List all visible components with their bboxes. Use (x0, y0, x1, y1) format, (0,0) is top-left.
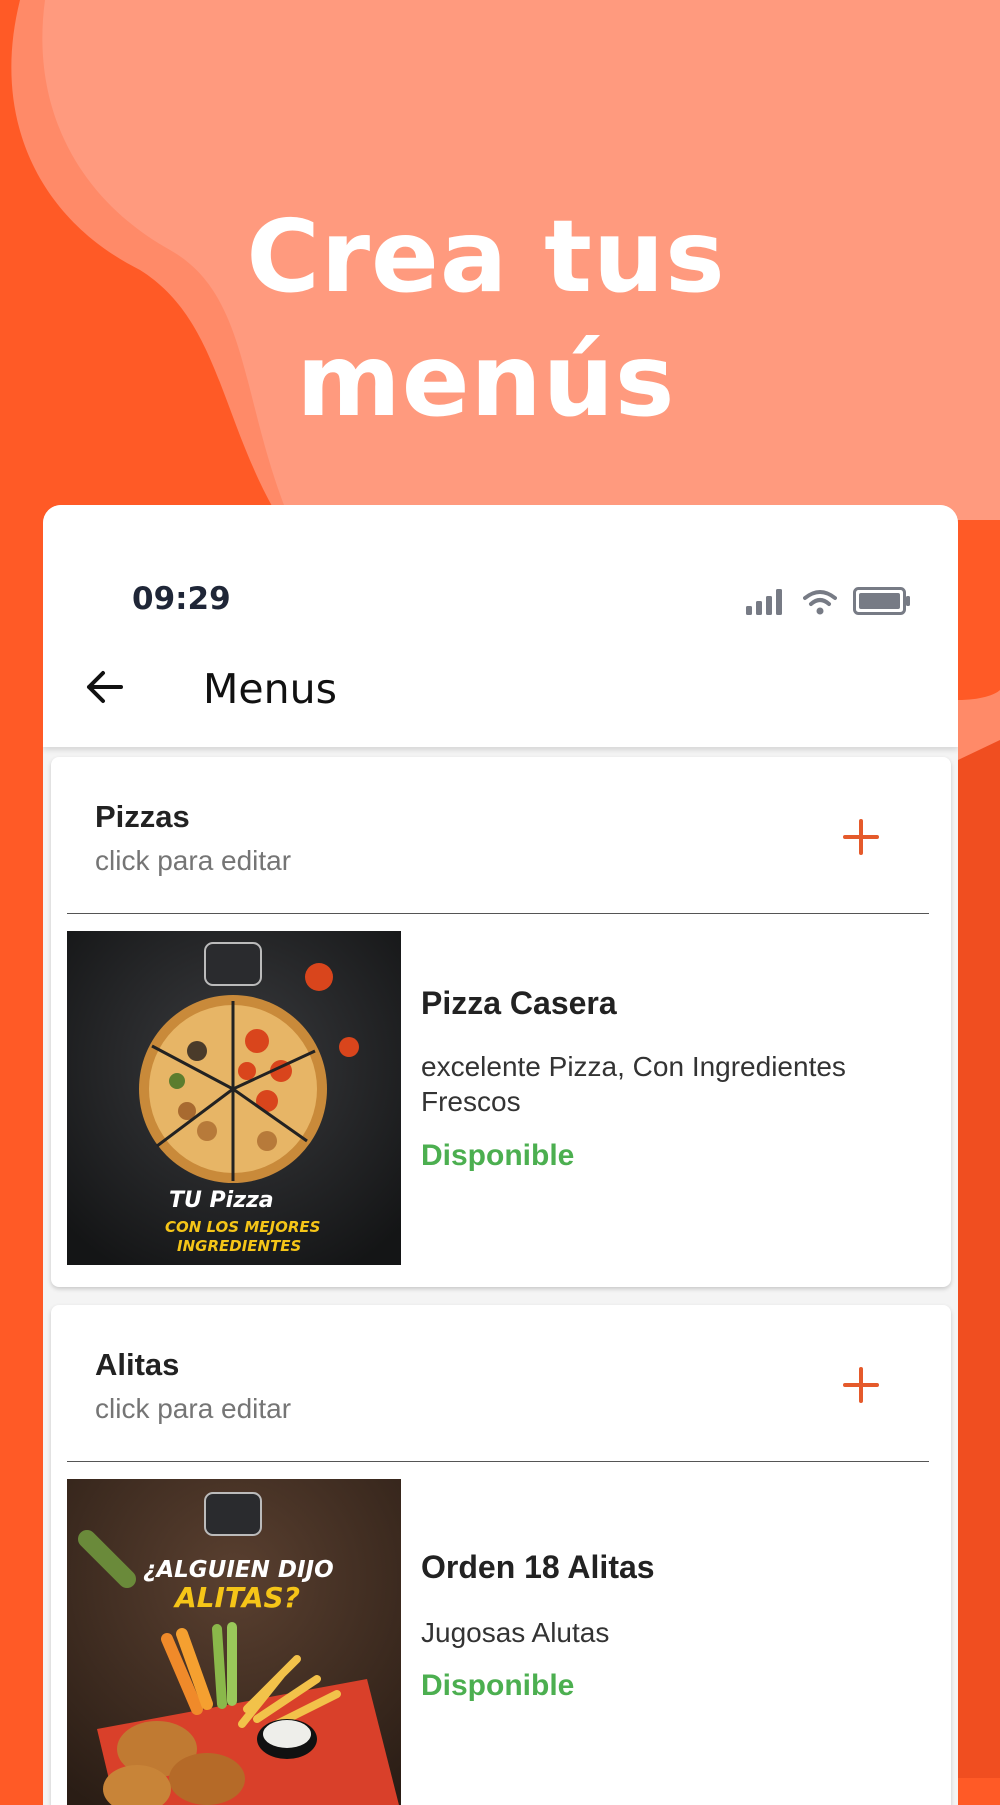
battery-icon (853, 587, 911, 620)
signal-icon (746, 589, 786, 620)
item-name[interactable]: Orden 18 Alitas (421, 1549, 655, 1586)
wings-image[interactable]: ¿ALGUIEN DIJO ALITAS? (67, 1479, 401, 1805)
headline: Crea tus menús (0, 195, 972, 443)
status-time: 09:29 (132, 581, 231, 617)
image-text-2: ALITAS? (173, 1581, 300, 1614)
headline-line-2: menús (296, 322, 676, 439)
menu-card-pizzas: Pizzas click para editar TU Pizza CON LO… (51, 757, 951, 1287)
headline-line-1: Crea tus (246, 198, 726, 315)
item-description: Jugosas Alutas (421, 1617, 610, 1648)
image-text-3: INGREDIENTES (177, 1237, 301, 1255)
image-text-2: CON LOS MEJORES (165, 1218, 320, 1236)
page-title: Menus (203, 665, 337, 713)
arrow-left-icon[interactable] (83, 665, 127, 709)
menu-card-alitas: Alitas click para editar ¿ALGUIEN DIJO A… (51, 1305, 951, 1805)
image-text-1: ¿ALGUIEN DIJO (143, 1557, 334, 1583)
wifi-icon (803, 589, 837, 620)
item-status: Disponible (421, 1139, 575, 1172)
plus-icon[interactable] (841, 817, 881, 857)
divider (67, 913, 929, 914)
item-status: Disponible (421, 1669, 575, 1702)
image-text-1: TU Pizza (169, 1188, 274, 1213)
menu-title[interactable]: Pizzas (95, 799, 190, 835)
pizza-image[interactable]: TU Pizza CON LOS MEJORES INGREDIENTES (67, 931, 401, 1265)
menu-title[interactable]: Alitas (95, 1347, 179, 1383)
plus-icon[interactable] (841, 1365, 881, 1405)
item-name[interactable]: Pizza Casera (421, 985, 617, 1022)
status-icons (703, 585, 910, 620)
menu-subtitle[interactable]: click para editar (95, 1393, 291, 1425)
top-bar: 09:29 Menus (43, 505, 958, 747)
phone-screen: 09:29 Menus Pizzas click para editar TU … (43, 505, 958, 1805)
menu-subtitle[interactable]: click para editar (95, 845, 291, 877)
item-description: excelente Pizza, Con Ingredientes Fresco… (421, 1051, 846, 1117)
divider (67, 1461, 929, 1462)
